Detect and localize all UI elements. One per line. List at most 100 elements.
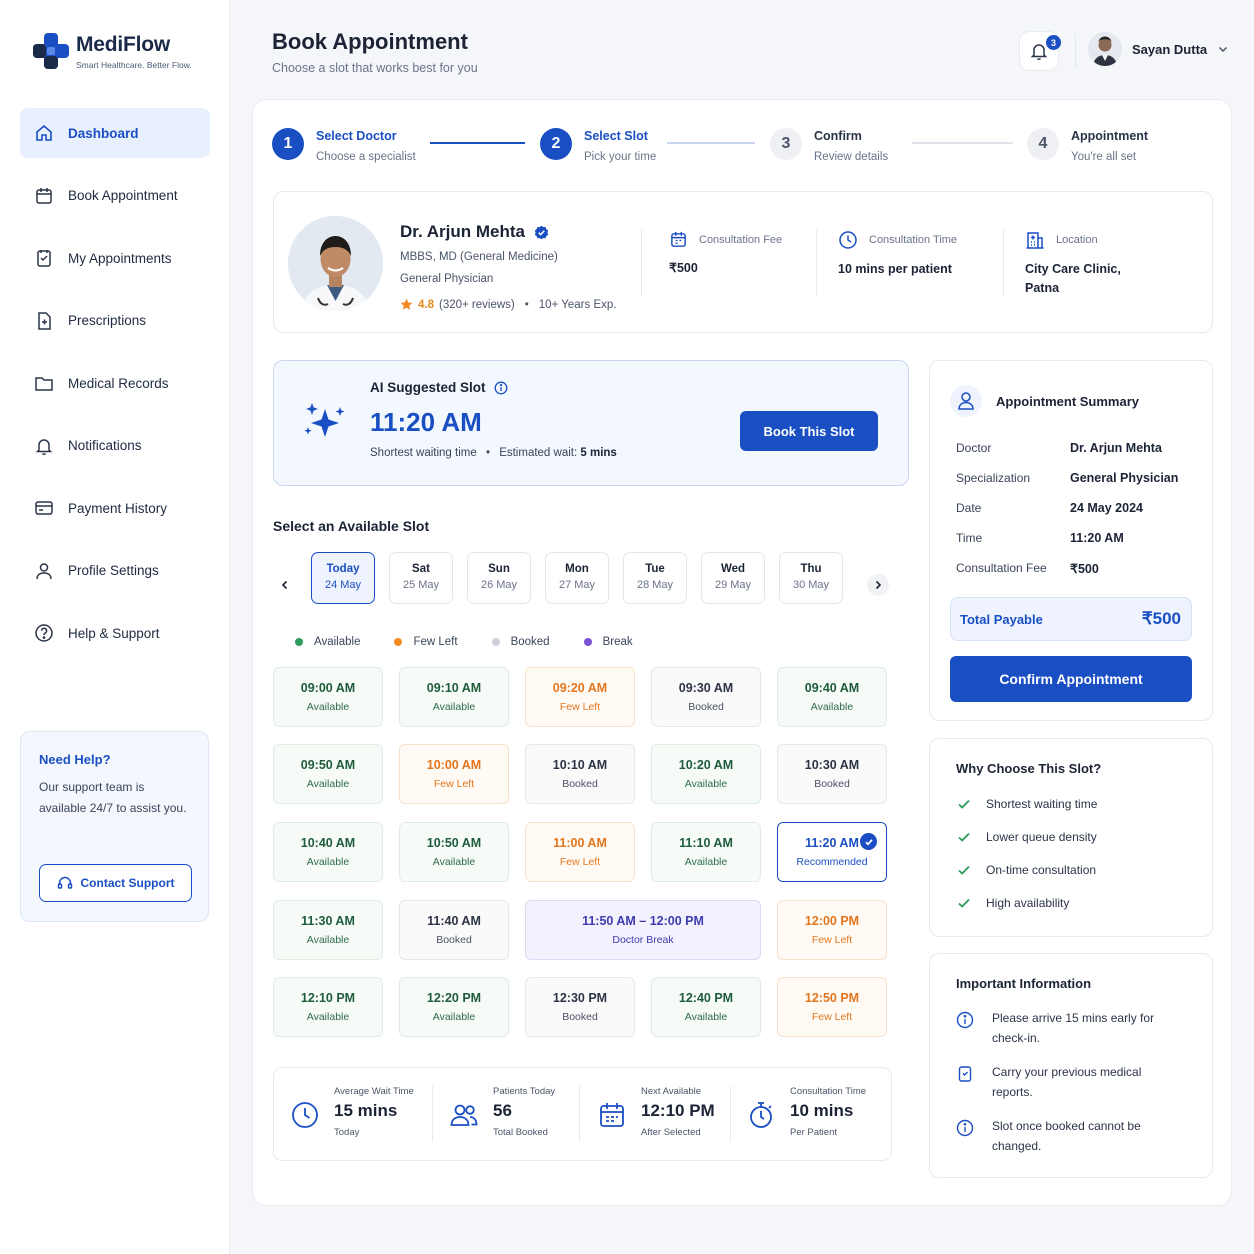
time-slot[interactable]: 10:40 AM Available [273, 822, 383, 882]
time-slot[interactable]: 10:00 AM Few Left [399, 744, 509, 804]
ai-suggested-slot-card: AI Suggested Slot 11:20 AM Shortest wait… [273, 360, 909, 486]
slot-time: 09:40 AM [804, 681, 860, 695]
notifications-button[interactable]: 3 [1019, 31, 1061, 71]
step-number: 4 [1027, 128, 1059, 160]
slot-status: Booked [562, 778, 598, 790]
slot-time: 12:00 PM [804, 914, 860, 928]
sidebar-item-prescriptions[interactable]: Prescriptions [20, 296, 210, 346]
step-subtitle: Pick your time [584, 151, 657, 163]
step-number: 3 [770, 128, 802, 160]
sidebar-item-book-appointment[interactable]: Book Appointment [20, 171, 210, 221]
next-days-button[interactable] [867, 574, 889, 596]
ai-slot-note: Shortest waiting time [370, 447, 477, 459]
total-payable: Total Payable ₹500 [950, 597, 1192, 641]
day-tab[interactable]: Mon 27 May [545, 552, 609, 604]
time-slot[interactable]: 10:20 AM Available [651, 744, 761, 804]
slot-time: 11:30 AM [301, 914, 355, 928]
step-select-slot[interactable]: 2 Select Slot Pick your time [540, 128, 656, 163]
divider [730, 1086, 731, 1142]
divider [816, 230, 817, 296]
important-info-card: Important Information Please arrive 15 m… [929, 953, 1213, 1178]
help-text: Our support team is available 24/7 to as… [39, 780, 187, 815]
doctor-degree: MBBS, MD (General Medicine) [400, 251, 558, 263]
sidebar-item-medical-records[interactable]: Medical Records [20, 358, 210, 408]
time-slot[interactable]: 09:50 AM Available [273, 744, 383, 804]
contact-support-button[interactable]: Contact Support [39, 864, 192, 902]
time-slot: 12:30 PM Booked [525, 977, 635, 1037]
legend-dot [394, 638, 403, 646]
sidebar-nav: Dashboard Book Appointment My Appointmen… [20, 108, 210, 671]
sidebar-item-payment-history[interactable]: Payment History [20, 483, 210, 533]
brand-logo[interactable]: MediFlow Smart Healthcare. Better Flow. [32, 32, 192, 70]
check-circle-icon [860, 833, 877, 850]
time-slot[interactable]: 12:10 PM Available [273, 977, 383, 1037]
time-slot[interactable]: 11:30 AM Available [273, 900, 383, 960]
time-slot[interactable]: 09:00 AM Available [273, 667, 383, 727]
slot-time: 10:50 AM [426, 836, 482, 850]
time-slot[interactable]: 09:10 AM Available [399, 667, 509, 727]
slot-status: Available [306, 701, 350, 713]
summary-key: Date [956, 501, 982, 515]
stat-label: Consultation Time [790, 1086, 867, 1097]
day-tab[interactable]: Wed 29 May [701, 552, 765, 604]
time-slot: 10:10 AM Booked [525, 744, 635, 804]
doctor-photo [288, 216, 383, 311]
sidebar-item-my-appointments[interactable]: My Appointments [20, 233, 210, 283]
user-name: Sayan Dutta [1132, 41, 1208, 57]
book-this-slot-button[interactable]: Book This Slot [740, 411, 878, 451]
day-tab[interactable]: Sun 26 May [467, 552, 531, 604]
confirm-appointment-button[interactable]: Confirm Appointment [950, 656, 1192, 702]
day-tab[interactable]: Today 24 May [311, 552, 375, 604]
sidebar-item-help-support[interactable]: Help & Support [20, 608, 210, 658]
time-slot[interactable]: 09:40 AM Available [777, 667, 887, 727]
why-item: On-time consultation [956, 862, 1096, 878]
time-slot[interactable]: 09:20 AM Few Left [525, 667, 635, 727]
step-select-doctor[interactable]: 1 Select Doctor Choose a specialist [272, 128, 416, 163]
time-slot[interactable]: 12:40 PM Available [651, 977, 761, 1037]
prev-days-button[interactable] [274, 574, 296, 596]
day-tab[interactable]: Thu 30 May [779, 552, 843, 604]
time-slot[interactable]: 12:00 PM Few Left [777, 900, 887, 960]
help-title: Need Help? [39, 752, 111, 767]
slot-time: 10:20 AM [678, 758, 734, 772]
info-icon[interactable] [494, 381, 508, 395]
sidebar-item-label: Dashboard [68, 125, 139, 141]
slot-time: 09:10 AM [426, 681, 482, 695]
slot-status: Booked [688, 701, 724, 713]
day-tab[interactable]: Tue 28 May [623, 552, 687, 604]
day-tab[interactable]: Sat 25 May [389, 552, 453, 604]
sidebar-item-notifications[interactable]: Notifications [20, 421, 210, 471]
time-slot[interactable]: 11:00 AM Few Left [525, 822, 635, 882]
user-menu[interactable]: Sayan Dutta [1088, 32, 1229, 66]
time-slot[interactable]: 12:20 PM Available [399, 977, 509, 1037]
total-label: Total Payable [960, 611, 1043, 627]
divider [1003, 230, 1004, 296]
recommended-time-slot[interactable]: 11:20 AM Recommended [777, 822, 887, 882]
step-title: Appointment [1071, 129, 1149, 143]
summary-value: General Physician [1070, 471, 1179, 485]
important-item: Slot once booked cannot be changed. [956, 1116, 1166, 1156]
user-icon [34, 561, 54, 581]
stat-patients-today: Patients Today 56 Total Booked [449, 1086, 555, 1138]
users-icon [450, 1104, 478, 1126]
time-slot: 10:30 AM Booked [777, 744, 887, 804]
time-slot[interactable]: 10:50 AM Available [399, 822, 509, 882]
time-slot[interactable]: 11:10 AM Available [651, 822, 761, 882]
slot-time: 12:10 PM [300, 991, 356, 1005]
step-connector [667, 142, 755, 144]
why-title: Why Choose This Slot? [956, 761, 1102, 776]
time-slot[interactable]: 12:50 PM Few Left [777, 977, 887, 1037]
queue-stats-bar: Average Wait Time 15 mins Today Patients T… [273, 1067, 892, 1161]
ai-slot-title: AI Suggested Slot [370, 380, 508, 395]
sidebar-item-profile-settings[interactable]: Profile Settings [20, 546, 210, 596]
legend-label: Break [602, 636, 633, 648]
slot-status: Available [432, 856, 476, 868]
sparkles-icon [304, 403, 345, 437]
calendar-icon [671, 231, 686, 247]
summary-value: 24 May 2024 [1070, 501, 1143, 515]
day-name: Today [326, 563, 360, 575]
separator-dot: • [524, 298, 529, 311]
why-item: Lower queue density [956, 829, 1097, 845]
slot-time: 10:10 AM [552, 758, 608, 772]
sidebar-item-dashboard[interactable]: Dashboard [20, 108, 210, 158]
